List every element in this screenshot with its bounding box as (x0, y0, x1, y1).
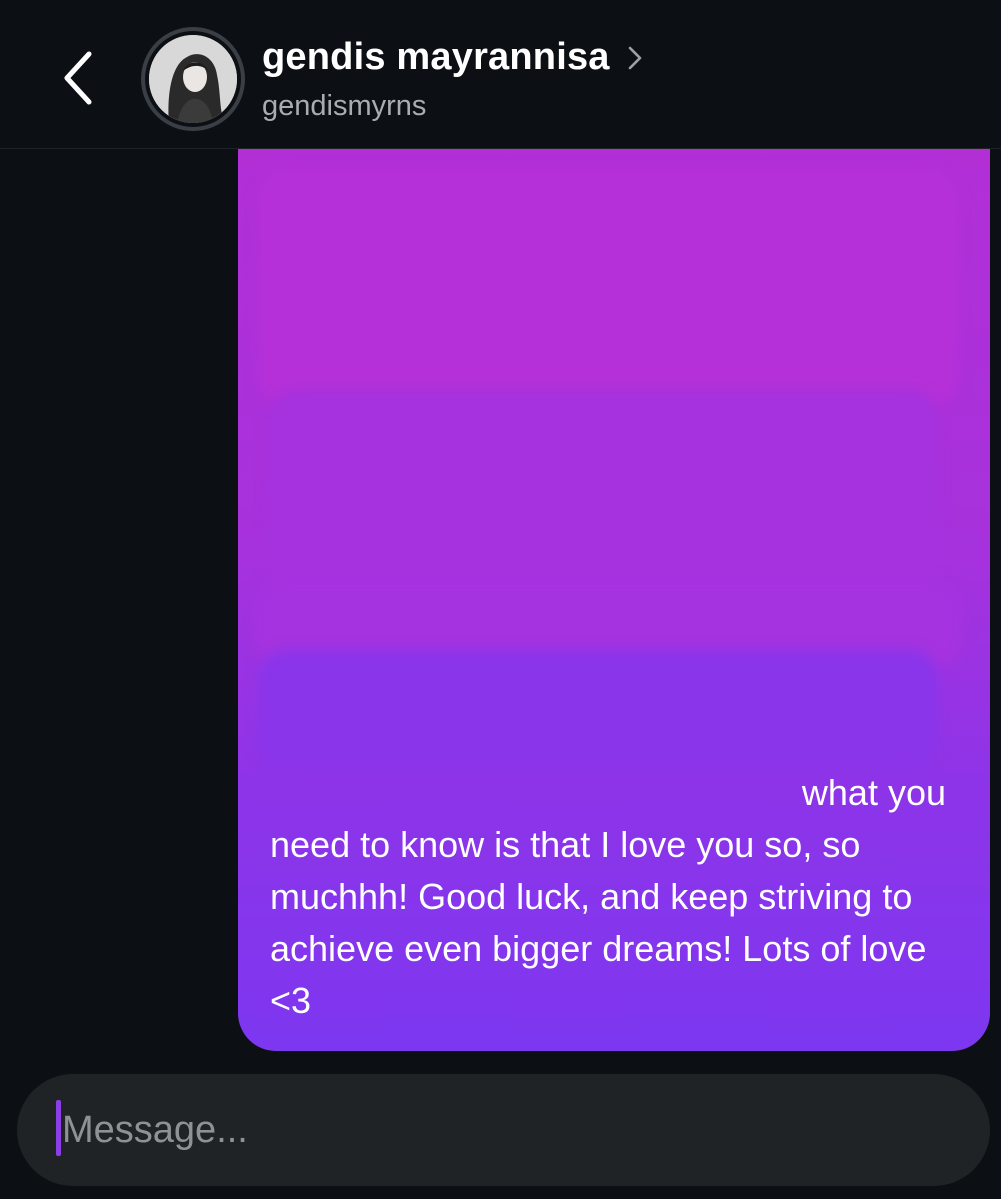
message-text: what you need to know is that I love you… (270, 767, 960, 1027)
profile-name-link[interactable]: gendis mayrannisa (262, 36, 644, 79)
redaction-mark (258, 169, 958, 409)
text-caret (56, 1100, 61, 1156)
username: gendismyrns (262, 90, 427, 122)
display-name: gendis mayrannisa (262, 36, 610, 78)
message-input[interactable] (62, 1098, 942, 1162)
thread-header: gendis mayrannisa gendismyrns (0, 0, 1001, 149)
message-body: need to know is that I love you so, so m… (270, 824, 927, 1021)
message-line-1: what you (801, 772, 946, 813)
back-button[interactable] (52, 40, 104, 116)
avatar-photo (149, 35, 237, 123)
dm-thread-screen: gendis mayrannisa gendismyrns what you n… (0, 0, 1001, 1199)
chevron-left-icon (64, 51, 92, 105)
chevron-right-icon (628, 46, 641, 69)
profile-avatar[interactable] (141, 27, 245, 131)
avatar (149, 35, 237, 123)
message-bubble[interactable]: what you need to know is that I love you… (238, 149, 990, 1051)
redaction-mark (258, 649, 938, 769)
